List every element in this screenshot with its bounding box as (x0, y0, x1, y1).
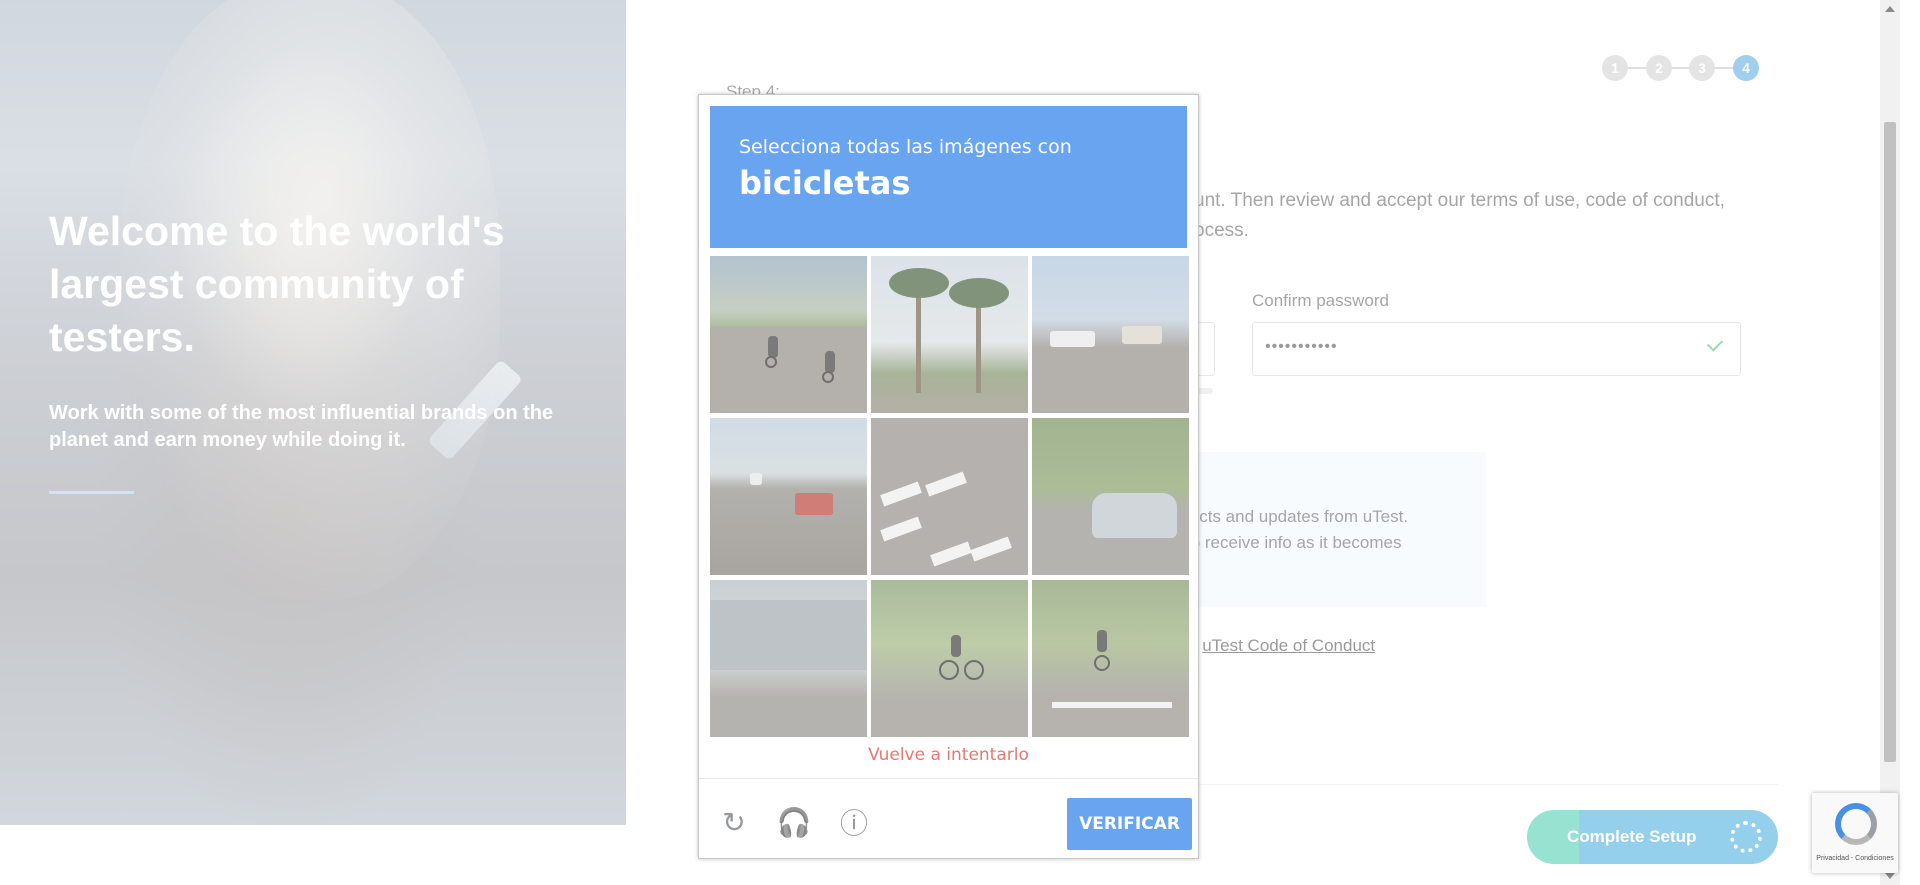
captcha-tile-7[interactable] (710, 580, 867, 737)
tile-wheel (822, 371, 834, 383)
captcha-target-object: bicicletas (739, 164, 911, 202)
verify-button[interactable]: VERIFICAR (1067, 798, 1192, 850)
reload-icon[interactable]: ↻ (719, 806, 749, 839)
recaptcha-badge[interactable]: Privacidad - Condiciones (1812, 793, 1898, 873)
tile-crosswalk-stripe (930, 541, 972, 567)
tile-crosswalk-stripe (880, 481, 922, 507)
captcha-tile-6[interactable] (1032, 418, 1189, 575)
tile-car (1122, 326, 1162, 344)
tile-wheel (1094, 655, 1110, 671)
captcha-tile-8[interactable] (871, 580, 1028, 737)
tile-crosswalk-stripe (880, 516, 922, 542)
tile-palm (916, 283, 921, 393)
tile-cyclist (768, 336, 778, 358)
tile-wheel (964, 660, 984, 680)
tile-crosswalk-stripe (970, 536, 1012, 562)
scroll-down-arrow-icon[interactable] (1885, 873, 1895, 879)
tile-building (710, 600, 867, 670)
tile-car (1050, 331, 1095, 347)
tile-wheel (765, 356, 777, 368)
recaptcha-badge-links[interactable]: Privacidad - Condiciones (1816, 855, 1894, 862)
captcha-tile-4[interactable] (710, 418, 867, 575)
tile-palm (976, 293, 981, 393)
tile-road (710, 326, 867, 413)
headphones-icon[interactable]: 🎧 (777, 806, 812, 839)
tile-wheel (939, 660, 959, 680)
scroll-thumb[interactable] (1884, 122, 1896, 762)
tile-crosswalk-stripe (925, 471, 967, 497)
tile-truck (750, 473, 762, 485)
captcha-tile-2[interactable] (871, 256, 1028, 413)
captcha-image-grid (710, 256, 1189, 737)
recaptcha-logo-icon (1835, 803, 1877, 845)
tile-cyclist (951, 635, 961, 657)
info-icon[interactable]: ⓘ (839, 807, 869, 840)
tile-palm-top (889, 268, 949, 298)
scroll-up-arrow-icon[interactable] (1885, 6, 1895, 12)
captcha-tile-5[interactable] (871, 418, 1028, 575)
tile-silver-car (1092, 493, 1177, 538)
page-scrollbar[interactable] (1880, 0, 1900, 885)
captcha-challenge-dialog: Selecciona todas las imágenes con bicicl… (698, 94, 1199, 859)
captcha-footer-divider (699, 778, 1198, 779)
tile-palm-top (949, 278, 1009, 308)
captcha-prompt: Selecciona todas las imágenes con (739, 136, 1072, 158)
captcha-tile-3[interactable] (1032, 256, 1189, 413)
tile-red-truck (795, 493, 833, 515)
tile-crosswalk-stripe (1052, 702, 1172, 708)
tile-cyclist (1097, 630, 1107, 652)
tile-cyclist (825, 351, 835, 373)
captcha-error-message: Vuelve a intentarlo (868, 745, 1029, 765)
captcha-tile-1[interactable] (710, 256, 867, 413)
captcha-header: Selecciona todas las imágenes con bicicl… (710, 106, 1187, 248)
captcha-tile-9[interactable] (1032, 580, 1189, 737)
